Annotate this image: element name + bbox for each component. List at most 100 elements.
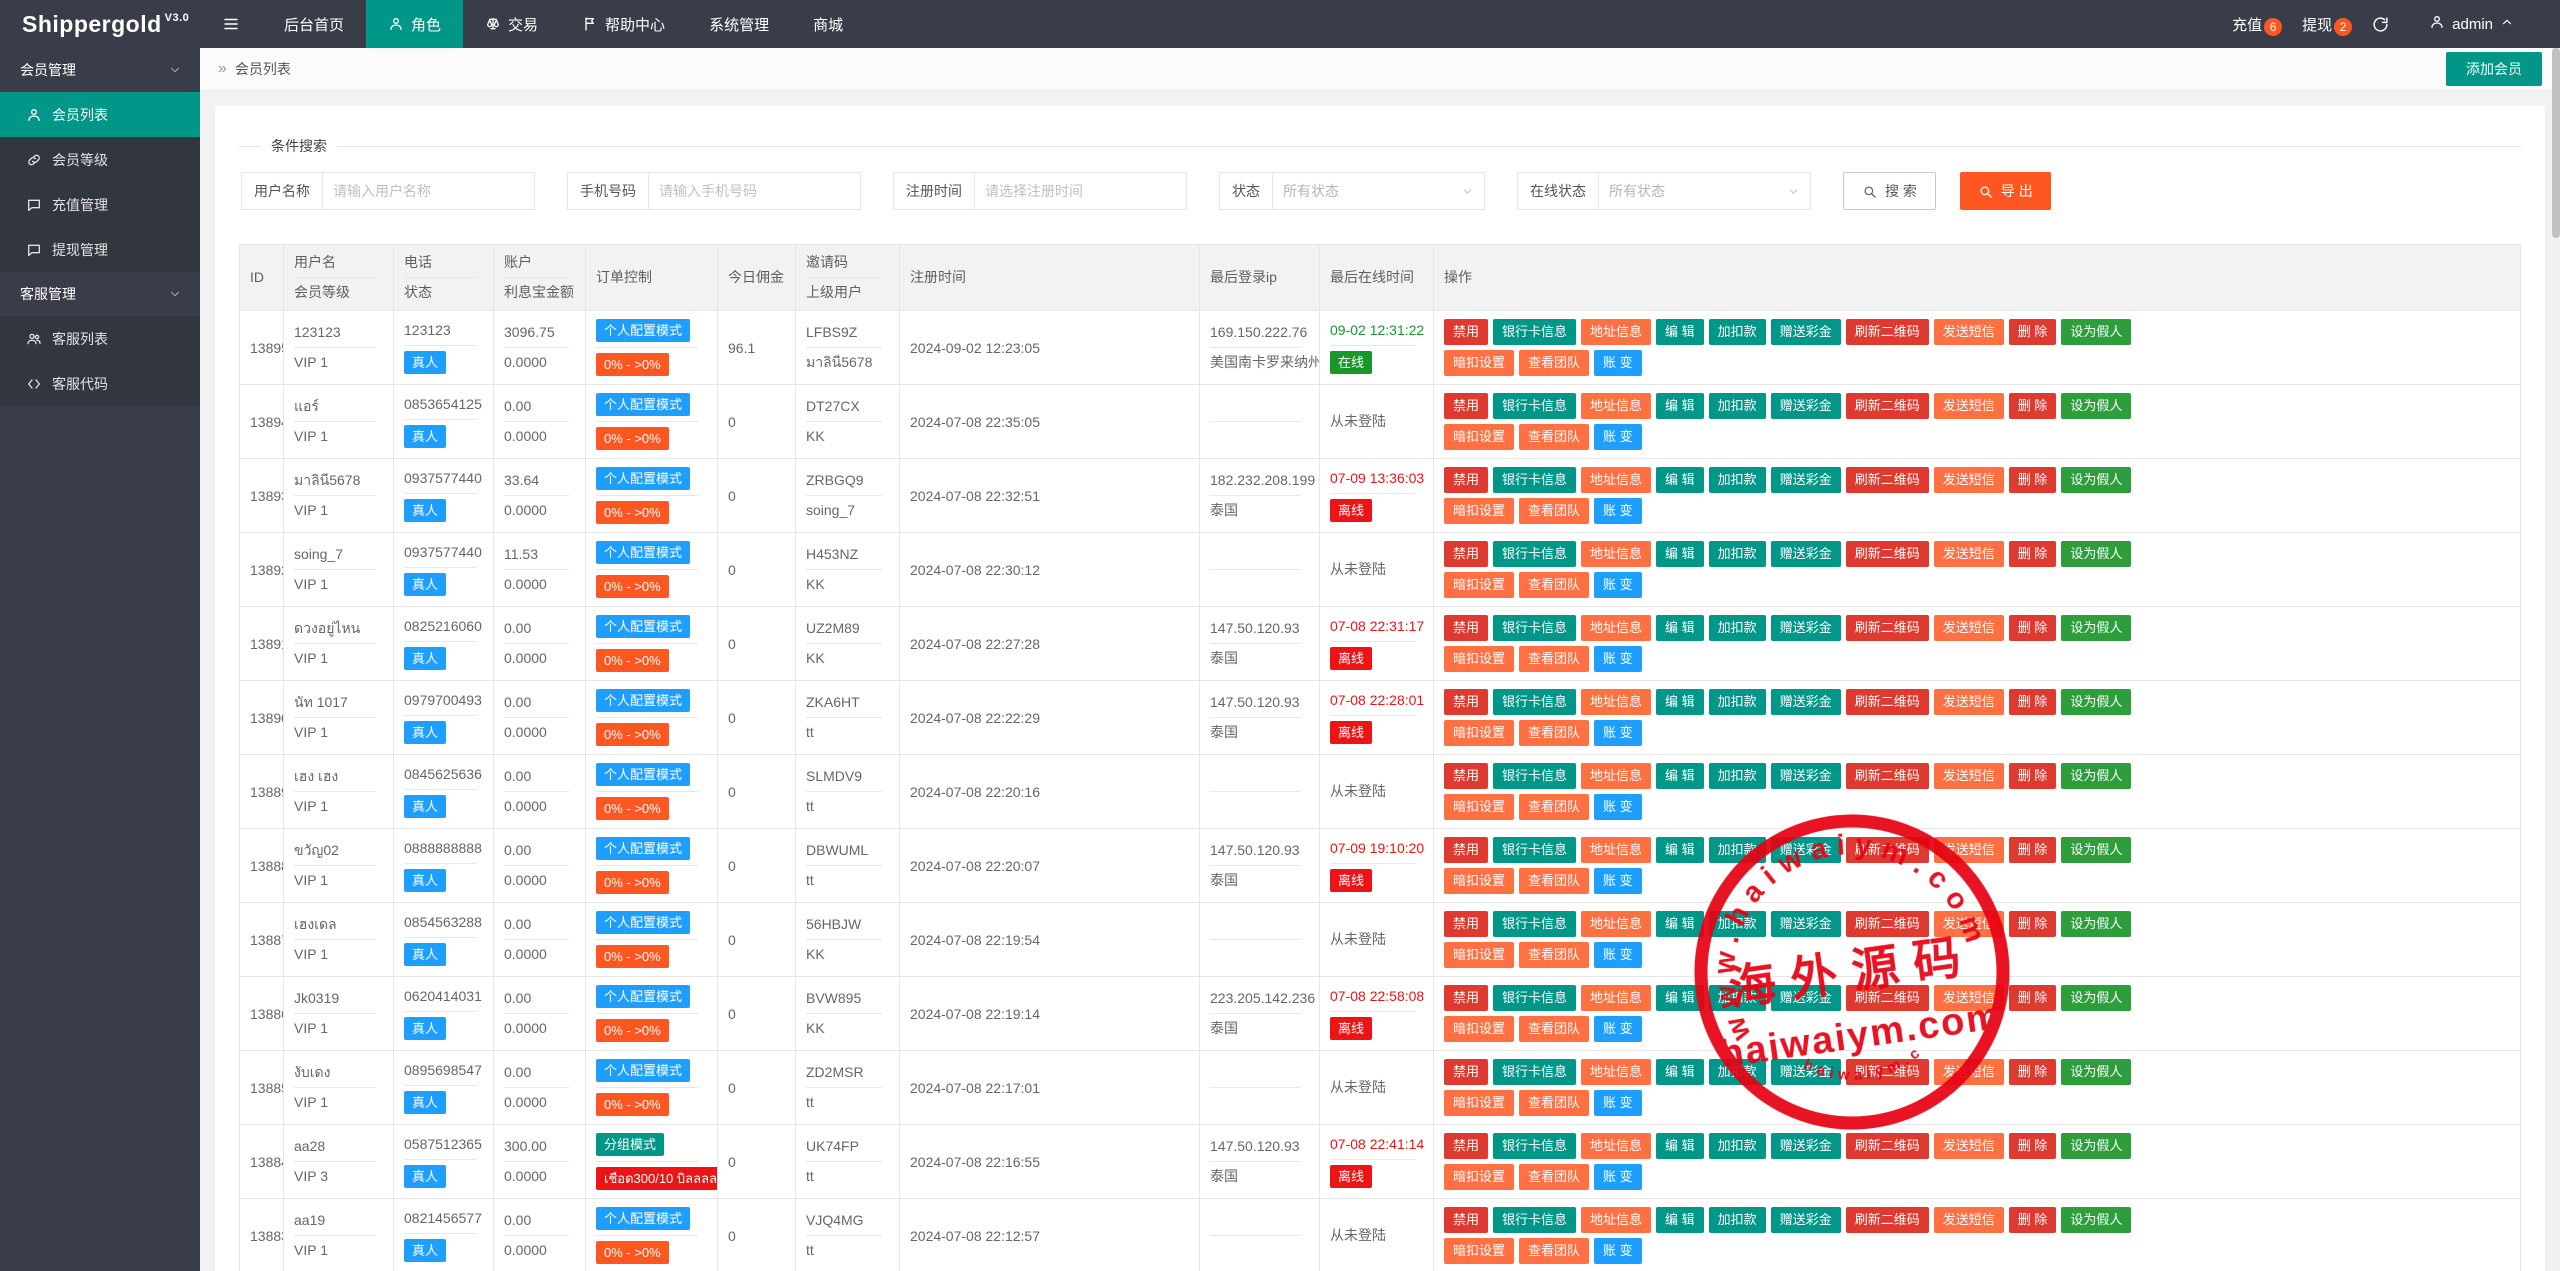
sidebar-section-1[interactable]: 会员管理 [0,48,200,92]
search-field-input[interactable] [649,172,861,210]
action-button[interactable]: 禁用 [1444,615,1489,641]
action-button[interactable]: 加扣款 [1708,467,1766,493]
action-button[interactable]: 赠送彩金 [1770,541,1841,567]
action-button[interactable]: 银行卡信息 [1493,467,1577,493]
rate-badge[interactable]: 0% - >0% [596,427,669,450]
action-button[interactable]: 发送短信 [1933,541,2004,567]
action-button[interactable]: 银行卡信息 [1493,1207,1577,1233]
refresh-button[interactable] [2356,16,2405,33]
action-button[interactable]: 删 除 [2008,1133,2057,1159]
action-button[interactable]: 查看团队 [1519,498,1590,524]
recharge-menu-item[interactable]: 充值 6 [2216,14,2283,36]
action-button[interactable]: 查看团队 [1519,942,1590,968]
action-button[interactable]: 地址信息 [1581,467,1652,493]
rate-badge[interactable]: 0% - >0% [596,723,669,746]
action-button[interactable]: 赠送彩金 [1770,985,1841,1011]
action-button[interactable]: 加扣款 [1708,541,1766,567]
action-button[interactable]: 银行卡信息 [1493,1133,1577,1159]
action-button[interactable]: 账 变 [1594,794,1642,820]
action-button[interactable]: 删 除 [2008,393,2057,419]
mode-badge[interactable]: 个人配置模式 [596,319,691,342]
action-button[interactable]: 禁用 [1444,689,1489,715]
action-button[interactable]: 禁用 [1444,1059,1489,1085]
sidebar-section-2[interactable]: 客服管理 [0,272,200,316]
action-button[interactable]: 账 变 [1594,498,1642,524]
action-button[interactable]: 发送短信 [1933,1133,2004,1159]
action-button[interactable]: 删 除 [2008,837,2057,863]
mode-badge[interactable]: 个人配置模式 [596,1059,691,1082]
action-button[interactable]: 禁用 [1444,911,1489,937]
scrollbar[interactable] [2552,48,2560,1271]
action-button[interactable]: 设为假人 [2061,1133,2132,1159]
action-button[interactable]: 发送短信 [1933,689,2004,715]
action-button[interactable]: 查看团队 [1519,868,1590,894]
action-button[interactable]: 银行卡信息 [1493,615,1577,641]
mode-badge[interactable]: 分组模式 [596,1133,665,1156]
action-button[interactable]: 编 辑 [1656,615,1704,641]
action-button[interactable]: 刷新二维码 [1845,911,1929,937]
user-menu[interactable]: admin [2413,14,2530,34]
action-button[interactable]: 赠送彩金 [1770,467,1841,493]
action-button[interactable]: 删 除 [2008,689,2057,715]
action-button[interactable]: 银行卡信息 [1493,911,1577,937]
action-button[interactable]: 刷新二维码 [1845,467,1929,493]
mode-badge[interactable]: 个人配置模式 [596,541,691,564]
search-button[interactable]: 搜 索 [1843,172,1936,210]
action-button[interactable]: 地址信息 [1581,1059,1652,1085]
action-button[interactable]: 银行卡信息 [1493,541,1577,567]
action-button[interactable]: 地址信息 [1581,1207,1652,1233]
action-button[interactable]: 加扣款 [1708,911,1766,937]
action-button[interactable]: 发送短信 [1933,985,2004,1011]
action-button[interactable]: 地址信息 [1581,689,1652,715]
action-button[interactable]: 删 除 [2008,319,2057,345]
action-button[interactable]: 发送短信 [1933,319,2004,345]
sidebar-toggle-button[interactable] [200,0,262,48]
nav-item-6[interactable]: 商城 [791,0,865,48]
action-button[interactable]: 赠送彩金 [1770,1207,1841,1233]
action-button[interactable]: 银行卡信息 [1493,393,1577,419]
action-button[interactable]: 设为假人 [2061,319,2132,345]
action-button[interactable]: 设为假人 [2061,763,2132,789]
nav-item-5[interactable]: 系统管理 [687,0,791,48]
search-field-select[interactable]: 所有状态 [1599,172,1811,210]
action-button[interactable]: 刷新二维码 [1845,393,1929,419]
action-button[interactable]: 赠送彩金 [1770,911,1841,937]
action-button[interactable]: 设为假人 [2061,1207,2132,1233]
action-button[interactable]: 设为假人 [2061,615,2132,641]
action-button[interactable]: 账 变 [1594,646,1642,672]
action-button[interactable]: 加扣款 [1708,1207,1766,1233]
action-button[interactable]: 发送短信 [1933,837,2004,863]
rate-badge[interactable]: 0% - >0% [596,649,669,672]
action-button[interactable]: 暗扣设置 [1444,868,1515,894]
action-button[interactable]: 发送短信 [1933,763,2004,789]
action-button[interactable]: 设为假人 [2061,467,2132,493]
action-button[interactable]: 赠送彩金 [1770,837,1841,863]
action-button[interactable]: 银行卡信息 [1493,985,1577,1011]
action-button[interactable]: 编 辑 [1656,689,1704,715]
action-button[interactable]: 暗扣设置 [1444,646,1515,672]
action-button[interactable]: 账 变 [1594,1016,1642,1042]
action-button[interactable]: 刷新二维码 [1845,837,1929,863]
action-button[interactable]: 账 变 [1594,1090,1642,1116]
add-member-button[interactable]: 添加会员 [2446,52,2542,86]
action-button[interactable]: 编 辑 [1656,1059,1704,1085]
action-button[interactable]: 查看团队 [1519,1164,1590,1190]
mode-badge[interactable]: 个人配置模式 [596,615,691,638]
action-button[interactable]: 地址信息 [1581,1133,1652,1159]
action-button[interactable]: 刷新二维码 [1845,1059,1929,1085]
action-button[interactable]: 编 辑 [1656,763,1704,789]
sidebar-item-1[interactable]: 提现管理 [0,227,200,272]
action-button[interactable]: 暗扣设置 [1444,794,1515,820]
action-button[interactable]: 查看团队 [1519,572,1590,598]
action-button[interactable]: 地址信息 [1581,393,1652,419]
rate-badge[interactable]: 0% - >0% [596,575,669,598]
action-button[interactable]: 禁用 [1444,837,1489,863]
action-button[interactable]: 加扣款 [1708,1133,1766,1159]
action-button[interactable]: 账 变 [1594,350,1642,376]
nav-item-1[interactable]: 后台首页 [262,0,366,48]
action-button[interactable]: 刷新二维码 [1845,319,1929,345]
action-button[interactable]: 赠送彩金 [1770,689,1841,715]
action-button[interactable]: 编 辑 [1656,393,1704,419]
action-button[interactable]: 暗扣设置 [1444,498,1515,524]
rate-badge[interactable]: 0% - >0% [596,871,669,894]
